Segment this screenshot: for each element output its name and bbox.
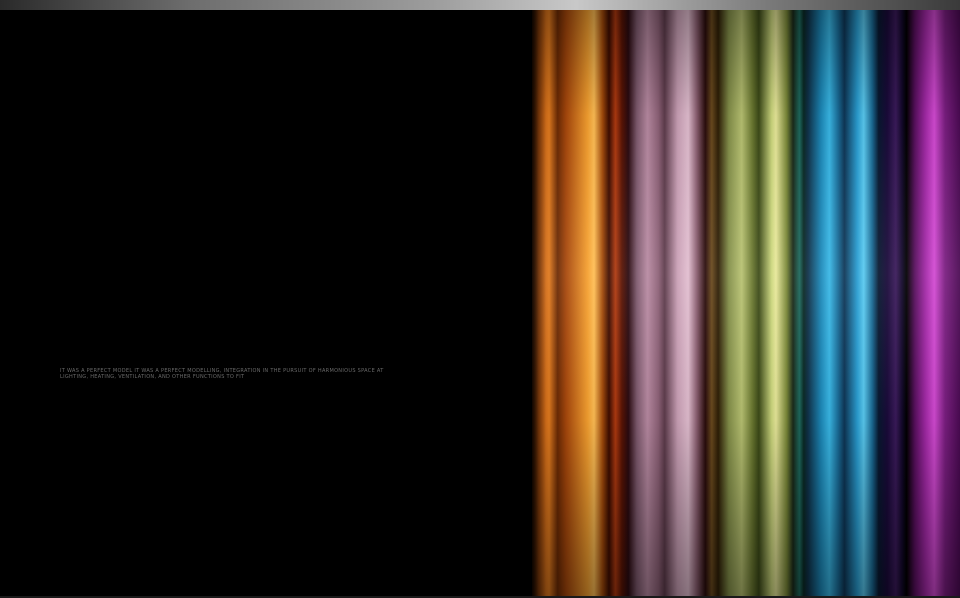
page: IT WAS A PERFECT MODEL IT WAS A PERFECT … <box>0 0 960 598</box>
metallic-stripes-image <box>532 10 960 596</box>
caption-line-2: LIGHTING, HEATING, VENTILATION, AND OTHE… <box>60 374 245 380</box>
stripe-edge-shadow <box>532 10 546 596</box>
black-text-panel: IT WAS A PERFECT MODEL IT WAS A PERFECT … <box>0 10 532 598</box>
stripe-shine-overlay <box>532 10 960 596</box>
caption-text: IT WAS A PERFECT MODEL IT WAS A PERFECT … <box>60 368 420 380</box>
top-gradient-bar <box>0 0 960 10</box>
